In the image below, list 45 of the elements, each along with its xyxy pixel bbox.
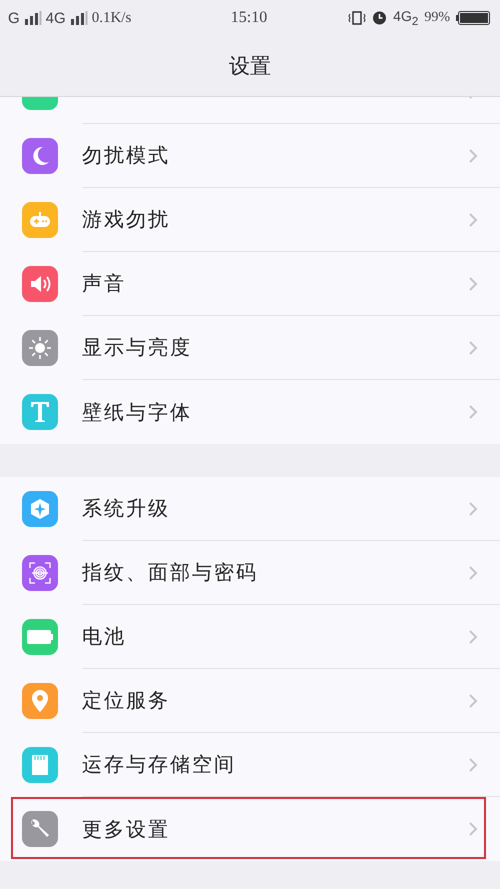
chevron-icon xyxy=(468,692,478,708)
chevron-icon xyxy=(468,404,478,420)
settings-row[interactable]: 显示与亮度 xyxy=(0,316,500,380)
network-type: 4G xyxy=(46,10,66,26)
chevron-icon xyxy=(468,148,478,164)
settings-row[interactable]: 指纹、面部与密码 xyxy=(0,541,500,605)
settings-label: 更多设置 xyxy=(82,816,171,842)
settings-label: 显示与亮度 xyxy=(82,334,193,361)
settings-row[interactable]: 勿扰模式 xyxy=(0,124,500,188)
settings-label: 系统升级 xyxy=(82,495,171,522)
signal-icon xyxy=(70,11,88,25)
settings-label: 勿扰模式 xyxy=(82,142,171,169)
chevron-icon xyxy=(468,756,478,772)
signal-icon xyxy=(24,11,42,25)
network-type: 4G$_{2}$ xyxy=(393,8,418,28)
settings-row[interactable]: 壁纸与字体 xyxy=(0,380,500,444)
settings-row[interactable]: 更多设置 xyxy=(0,797,500,861)
network-type: G xyxy=(8,10,20,26)
settings-row[interactable]: 电池 xyxy=(0,605,500,669)
chevron-icon xyxy=(468,212,478,228)
settings-label: 运存与存储空间 xyxy=(82,751,237,778)
battery-percent: 99% xyxy=(424,10,450,26)
vibrate-icon xyxy=(348,10,366,25)
chevron-icon xyxy=(468,628,478,644)
chevron-icon xyxy=(468,276,478,292)
clock-time: 15:10 xyxy=(230,9,268,27)
network-speed: 0.1K/s xyxy=(92,10,132,26)
chevron-icon xyxy=(468,564,478,580)
page-title: 设置 xyxy=(229,53,271,80)
settings-label: 壁纸与字体 xyxy=(82,398,193,426)
settings-row[interactable]: 声音 xyxy=(0,252,500,316)
settings-label: 声音 xyxy=(82,270,127,297)
settings-label: 游戏勿扰 xyxy=(82,206,171,233)
settings-row[interactable]: 运存与存储空间 xyxy=(0,733,500,797)
settings-label: 定位服务 xyxy=(82,687,171,714)
chevron-icon xyxy=(468,821,478,837)
battery-icon xyxy=(456,10,490,25)
settings-row[interactable]: 系统升级 xyxy=(0,477,500,541)
chevron-icon xyxy=(468,500,478,516)
chevron-icon xyxy=(468,340,478,356)
settings-row[interactable]: 游戏勿扰 xyxy=(0,188,500,252)
settings-row[interactable]: 定位服务 xyxy=(0,669,500,733)
settings-label: 电池 xyxy=(82,623,127,650)
settings-label: 指纹、面部与密码 xyxy=(82,559,259,586)
alarm-icon xyxy=(372,10,388,26)
